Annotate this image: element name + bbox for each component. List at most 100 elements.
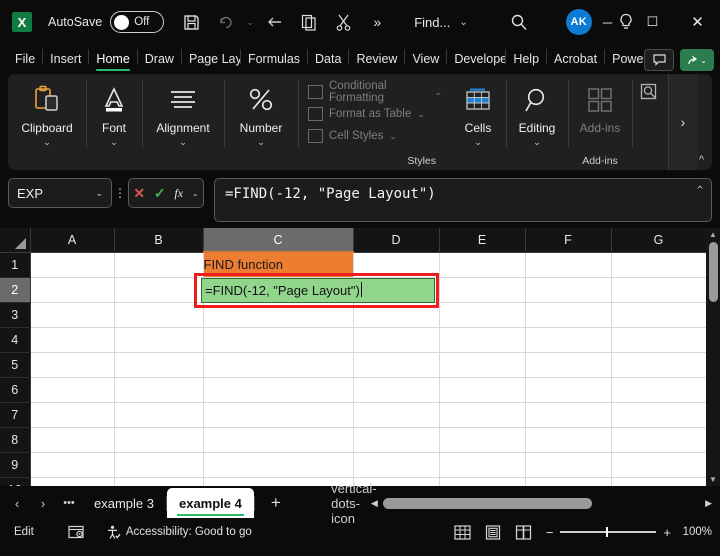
cell-f10[interactable] <box>525 477 611 486</box>
tab-review[interactable]: Review <box>349 48 404 72</box>
cell-a10[interactable] <box>30 477 114 486</box>
cell-d1[interactable] <box>353 252 439 277</box>
tab-developer[interactable]: Develope <box>447 48 505 72</box>
cell-a5[interactable] <box>30 352 114 377</box>
cell-b2[interactable] <box>114 277 203 302</box>
ribbon-group-editing[interactable]: Editing ⌄ <box>506 74 568 170</box>
cell-b4[interactable] <box>114 327 203 352</box>
row-header-4[interactable]: 4 <box>0 327 30 352</box>
cell-a3[interactable] <box>30 302 114 327</box>
scroll-up-icon[interactable]: ▲ <box>709 228 717 241</box>
comment-icon[interactable] <box>644 49 674 71</box>
save-icon[interactable] <box>176 7 206 37</box>
row-header-7[interactable]: 7 <box>0 402 30 427</box>
cell-g6[interactable] <box>611 377 706 402</box>
chevron-down-icon[interactable]: ⌄ <box>43 137 51 148</box>
zoom-out-button[interactable]: − <box>546 525 554 540</box>
column-header-b[interactable]: B <box>114 228 203 252</box>
zoom-in-button[interactable]: + <box>663 525 671 540</box>
row-header-9[interactable]: 9 <box>0 452 30 477</box>
cell-e10[interactable] <box>439 477 525 486</box>
record-macro-icon[interactable] <box>68 525 84 539</box>
cell-g2[interactable] <box>611 277 706 302</box>
cell-b9[interactable] <box>114 452 203 477</box>
previous-sheet-icon[interactable]: ‹ <box>4 490 30 516</box>
cell-d5[interactable] <box>353 352 439 377</box>
scroll-down-icon[interactable]: ▼ <box>709 473 717 486</box>
vertical-dots-icon[interactable]: ⋮ <box>112 178 128 208</box>
cell-g4[interactable] <box>611 327 706 352</box>
autosave-toggle[interactable]: Off <box>110 11 164 33</box>
formula-input[interactable]: =FIND(-12, "Page Layout") ^ <box>214 178 712 222</box>
cell-g5[interactable] <box>611 352 706 377</box>
ribbon-group-cells[interactable]: Cells ⌄ <box>450 74 506 170</box>
cell-d3[interactable] <box>353 302 439 327</box>
tab-home[interactable]: Home <box>89 48 136 72</box>
next-sheet-icon[interactable]: › <box>30 490 56 516</box>
cell-e4[interactable] <box>439 327 525 352</box>
cell-b7[interactable] <box>114 402 203 427</box>
row-header-5[interactable]: 5 <box>0 352 30 377</box>
cell-g9[interactable] <box>611 452 706 477</box>
share-button[interactable]: ⌄ <box>680 49 714 71</box>
tab-view[interactable]: View <box>405 48 446 72</box>
sheet-tab-example-4[interactable]: example 4 <box>167 488 254 518</box>
cell-a1[interactable] <box>30 252 114 277</box>
cell-c3[interactable] <box>203 302 353 327</box>
tab-formulas[interactable]: Formulas <box>241 48 307 72</box>
cell-f1[interactable] <box>525 252 611 277</box>
cell-g8[interactable] <box>611 427 706 452</box>
normal-view-icon[interactable] <box>454 525 471 540</box>
ribbon-group-addin-search[interactable] <box>632 74 668 170</box>
cell-a7[interactable] <box>30 402 114 427</box>
chevron-down-icon[interactable]: ⌄ <box>533 137 541 148</box>
chevron-down-icon[interactable]: ⌄ <box>179 137 187 148</box>
tab-file[interactable]: File <box>8 48 42 72</box>
spreadsheet-grid[interactable]: A B C D E F G 1 FIND function 2 <box>0 228 720 486</box>
cell-d6[interactable] <box>353 377 439 402</box>
cell-d9[interactable] <box>353 452 439 477</box>
insert-function-icon[interactable]: fx <box>174 186 183 201</box>
ribbon-group-number[interactable]: Number ⌄ <box>224 74 298 170</box>
cell-f2[interactable] <box>525 277 611 302</box>
horizontal-scrollbar[interactable]: ◀ ▶ <box>371 496 712 510</box>
cell-e7[interactable] <box>439 402 525 427</box>
select-all-corner[interactable] <box>0 228 30 252</box>
cell-b5[interactable] <box>114 352 203 377</box>
cell-f7[interactable] <box>525 402 611 427</box>
horizontal-scroll-thumb[interactable] <box>383 498 592 509</box>
horizontal-scroll-track[interactable] <box>383 498 700 509</box>
row-header-3[interactable]: 3 <box>0 302 30 327</box>
cell-f5[interactable] <box>525 352 611 377</box>
find-dropdown[interactable]: Find... ⌄ <box>414 15 468 30</box>
enter-formula-button[interactable]: ✓ <box>154 185 166 202</box>
cell-f4[interactable] <box>525 327 611 352</box>
cell-c4[interactable] <box>203 327 353 352</box>
maximize-button[interactable]: ☐ <box>630 0 675 44</box>
vertical-scroll-thumb[interactable] <box>709 242 718 302</box>
close-button[interactable]: ✕ <box>675 0 720 44</box>
overflow-toolbar-icon[interactable]: » <box>362 7 392 37</box>
copy-icon[interactable] <box>294 7 324 37</box>
cell-b8[interactable] <box>114 427 203 452</box>
tab-help[interactable]: Help <box>506 48 546 72</box>
vertical-scrollbar[interactable]: ▲ ▼ <box>706 228 720 486</box>
cell-a2[interactable] <box>30 277 114 302</box>
cell-d7[interactable] <box>353 402 439 427</box>
chevron-up-icon[interactable]: ^ <box>699 154 704 166</box>
cell-f9[interactable] <box>525 452 611 477</box>
back-arrow-icon[interactable] <box>260 7 290 37</box>
cell-f8[interactable] <box>525 427 611 452</box>
ribbon-group-clipboard[interactable]: Clipboard ⌄ <box>8 74 86 170</box>
cell-g10[interactable] <box>611 477 706 486</box>
cell-b10[interactable] <box>114 477 203 486</box>
cell-b1[interactable] <box>114 252 203 277</box>
sheet-tab-example-3[interactable]: example 3 <box>82 488 166 518</box>
ribbon-group-alignment[interactable]: Alignment ⌄ <box>142 74 224 170</box>
cell-c7[interactable] <box>203 402 353 427</box>
cell-f3[interactable] <box>525 302 611 327</box>
ribbon-more-button[interactable]: › <box>668 74 698 170</box>
column-header-g[interactable]: G <box>611 228 706 252</box>
row-header-2[interactable]: 2 <box>0 277 30 302</box>
search-icon[interactable] <box>510 13 528 31</box>
